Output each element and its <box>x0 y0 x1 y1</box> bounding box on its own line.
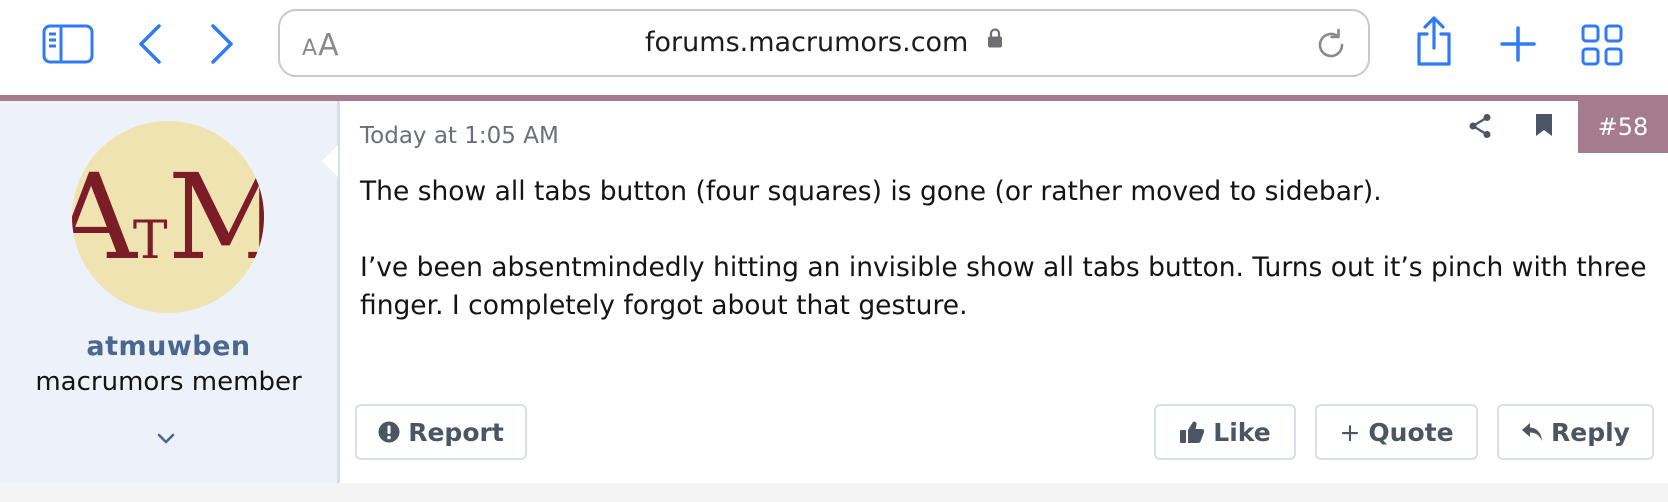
post-user-panel: ATM atmuwben macrumors member <box>0 101 340 483</box>
url-text: forums.macrumors.com <box>645 27 969 58</box>
avatar[interactable]: ATM <box>72 121 264 313</box>
post-paragraph: I’ve been absentmindedly hitting an invi… <box>360 252 1647 321</box>
chevron-right-icon[interactable] <box>206 20 238 68</box>
username-link[interactable]: atmuwben <box>0 331 337 362</box>
quote-button[interactable]: + Quote <box>1315 404 1478 460</box>
address-bar[interactable]: AA forums.macrumors.com <box>278 9 1370 77</box>
avatar-letters: ATM <box>72 148 264 286</box>
post-date[interactable]: Today at 1:05 AM <box>360 123 559 149</box>
reply-arrow-icon <box>1521 422 1543 442</box>
tabs-grid-icon[interactable] <box>1580 23 1624 67</box>
forum-post: ATM atmuwben macrumors member Today at 1… <box>0 101 1668 483</box>
plus-icon[interactable] <box>1498 24 1538 64</box>
post-number-link[interactable]: #58 <box>1578 101 1668 153</box>
user-title: macrumors member <box>35 367 302 397</box>
page-background <box>0 483 1668 502</box>
report-button[interactable]: Report <box>355 404 527 460</box>
browser-toolbar: AA forums.macrumors.com <box>0 0 1668 90</box>
user-panel-pointer <box>322 145 338 177</box>
post-body: The show all tabs button (four squares) … <box>360 173 1650 325</box>
alert-icon <box>378 421 400 443</box>
plus-icon: + <box>1339 417 1361 447</box>
reply-button[interactable]: Reply <box>1497 404 1654 460</box>
thumbs-up-icon <box>1179 420 1205 444</box>
chevron-down-icon[interactable] <box>156 431 176 450</box>
url-field[interactable]: forums.macrumors.com <box>280 27 1368 58</box>
reload-icon[interactable] <box>1314 28 1348 66</box>
share-icon[interactable] <box>1468 113 1492 143</box>
sidebar-icon[interactable] <box>40 22 96 66</box>
bookmark-icon[interactable] <box>1535 113 1553 141</box>
post-paragraph: The show all tabs button (four squares) … <box>360 176 1382 207</box>
lock-icon <box>987 25 1003 56</box>
chevron-left-icon[interactable] <box>134 20 166 68</box>
share-icon[interactable] <box>1412 14 1456 70</box>
like-button[interactable]: Like <box>1154 404 1296 460</box>
